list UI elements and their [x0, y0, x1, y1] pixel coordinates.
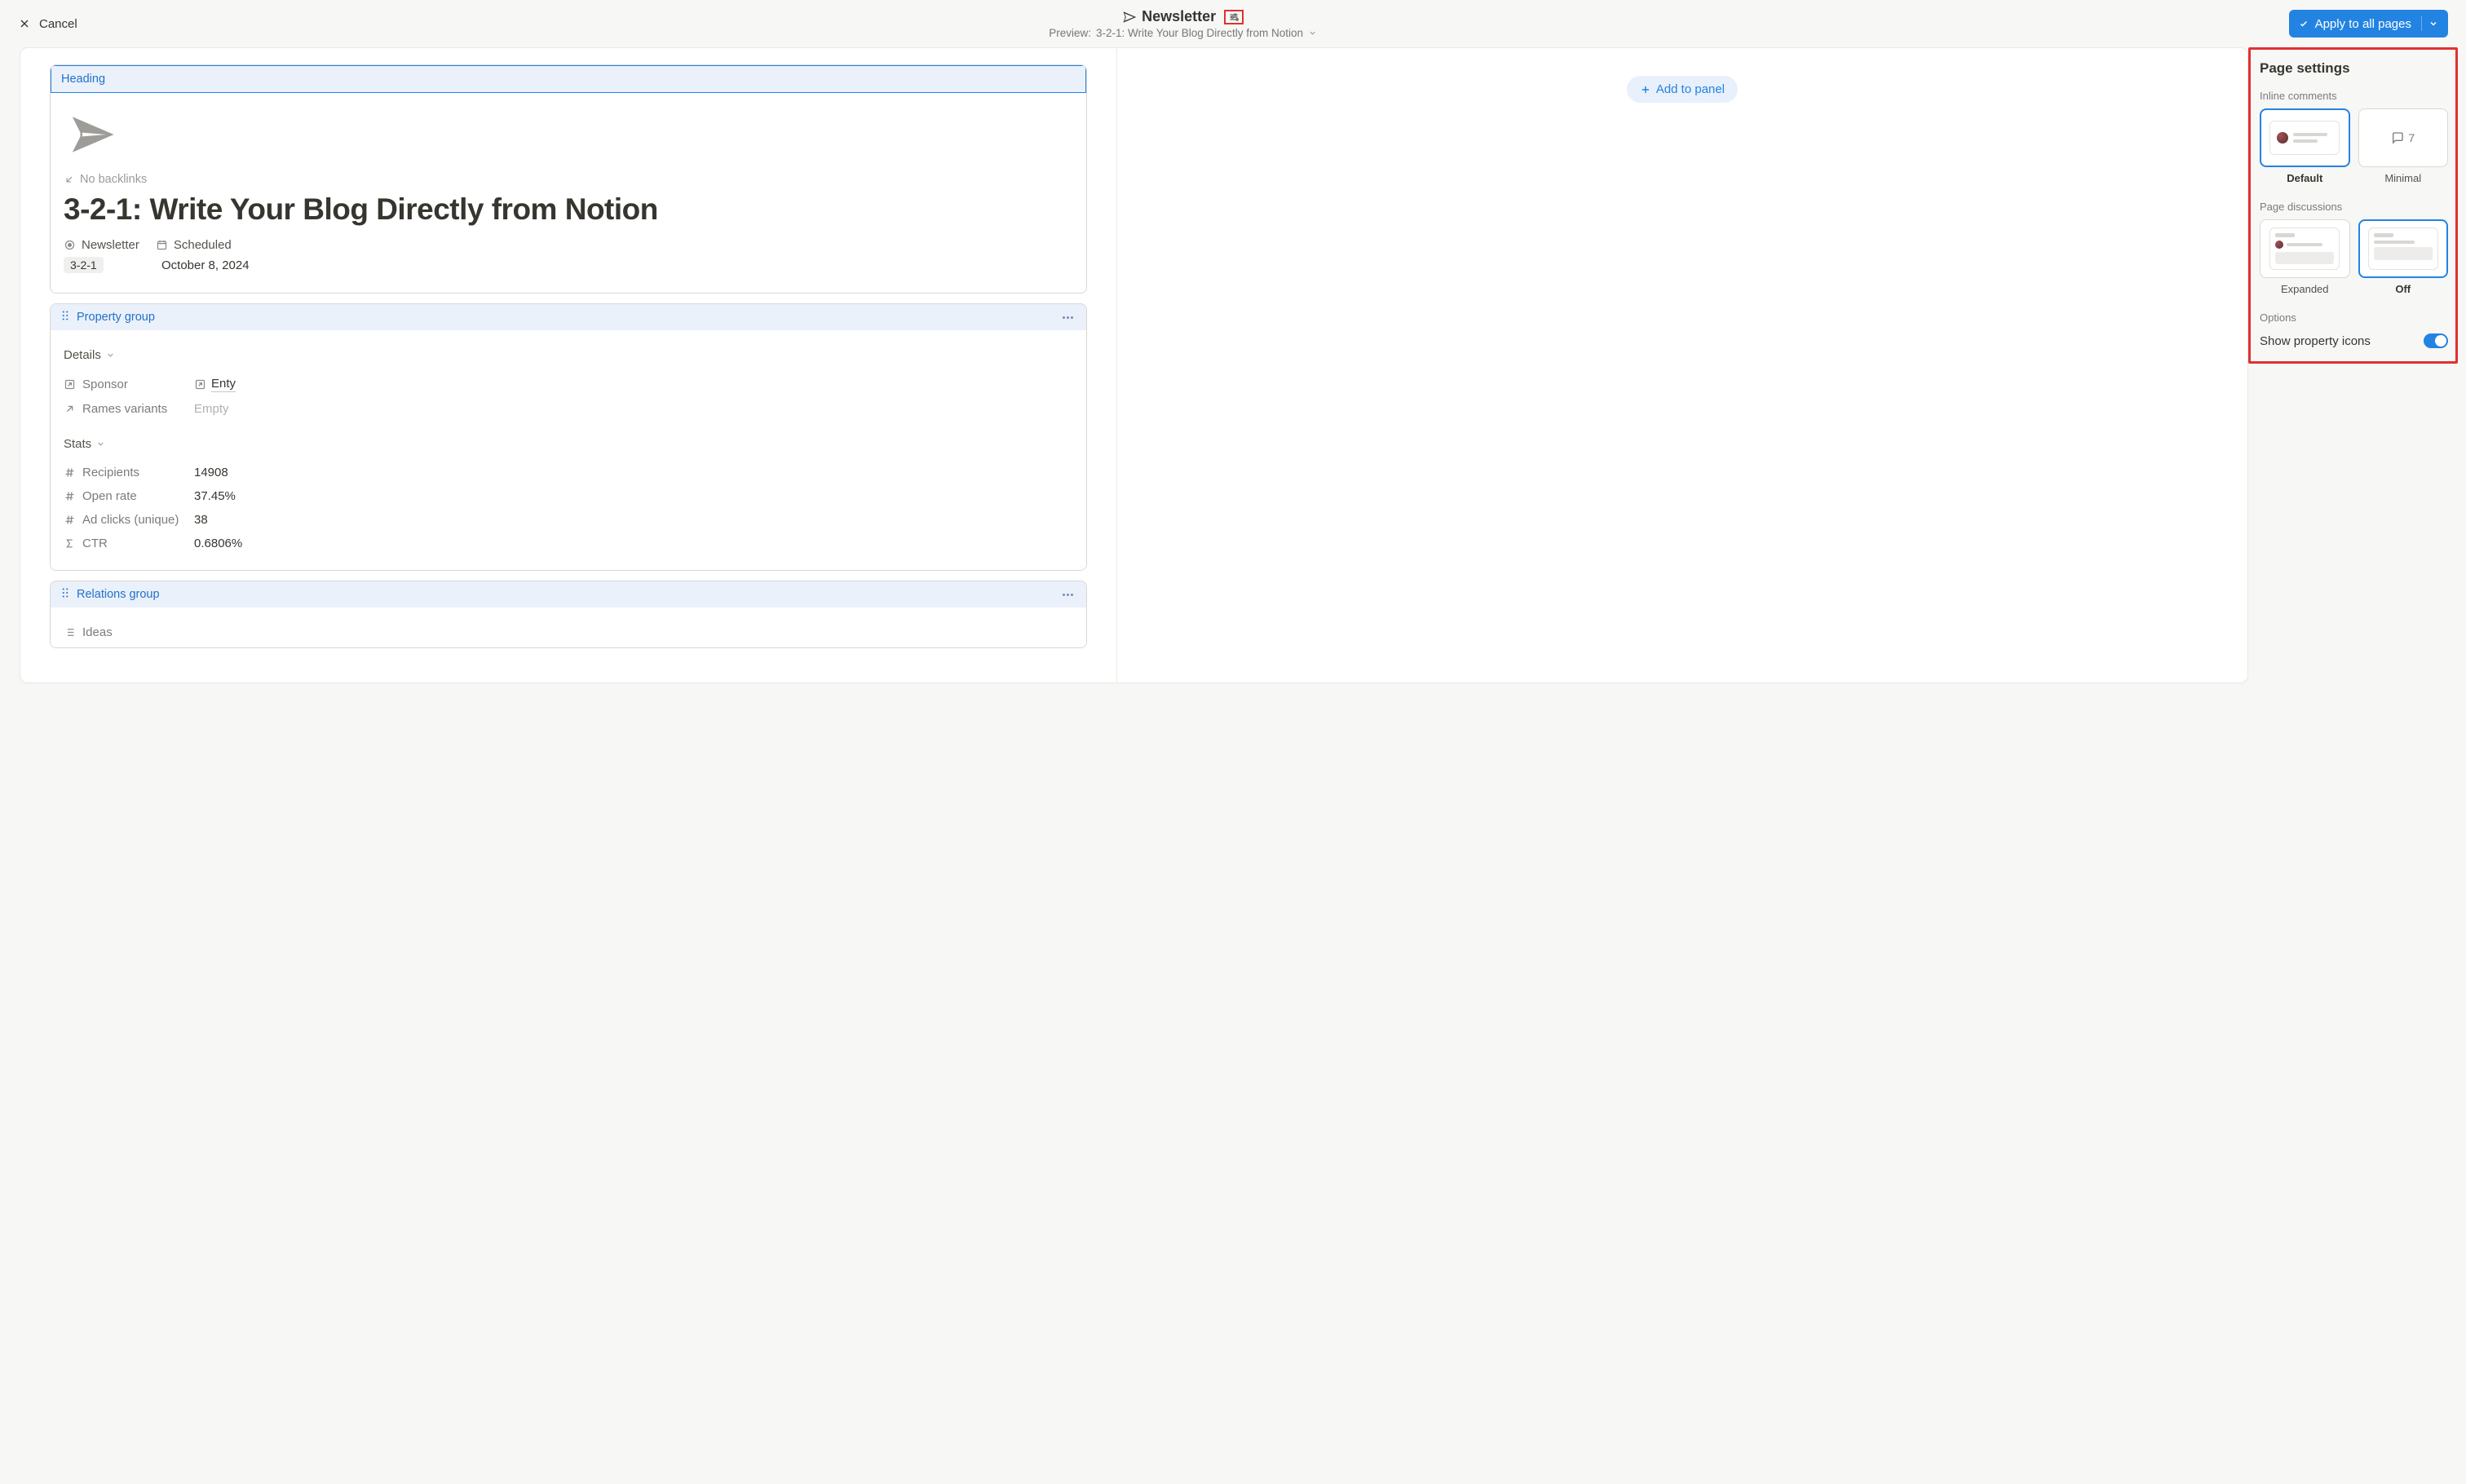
list-icon — [64, 626, 76, 638]
page-settings-panel: Page settings Inline comments Default 7 — [2248, 47, 2458, 683]
relations-ideas[interactable]: Ideas — [64, 621, 1073, 644]
header-title: Newsletter — [1142, 8, 1216, 25]
number-icon — [64, 466, 76, 479]
relations-group-header[interactable]: Relations group — [51, 581, 1086, 607]
add-to-panel-button[interactable]: Add to panel — [1627, 76, 1738, 103]
check-icon — [2299, 19, 2309, 29]
cancel-button[interactable]: Cancel — [18, 17, 77, 31]
options-label: Options — [2260, 311, 2448, 324]
comment-icon — [2391, 131, 2404, 144]
page-icon[interactable] — [68, 111, 1073, 161]
page-discussions-label: Page discussions — [2260, 201, 2448, 213]
preview-subtitle[interactable]: Preview: 3-2-1: Write Your Blog Directly… — [1049, 27, 1317, 39]
more-options-icon[interactable] — [1059, 313, 1076, 322]
chevron-down-icon — [1308, 29, 1317, 38]
drag-handle-icon[interactable] — [60, 588, 70, 601]
arrow-up-right-icon — [64, 378, 76, 391]
more-options-icon[interactable] — [1059, 590, 1076, 599]
apply-to-all-pages-button[interactable]: Apply to all pages — [2289, 10, 2448, 38]
calendar-icon — [156, 239, 168, 251]
property-rames-variants[interactable]: Rames variants Empty — [64, 397, 1073, 421]
arrow-up-right-icon — [194, 378, 206, 391]
chevron-down-icon — [96, 439, 105, 448]
sigma-icon — [64, 537, 76, 550]
backlinks-row[interactable]: No backlinks — [64, 173, 1073, 186]
layout-canvas: Heading No backlinks 3-2-1: Write Your B… — [20, 47, 2248, 683]
avatar-icon — [2277, 132, 2288, 144]
scheduled-date-value[interactable]: October 8, 2024 — [161, 258, 250, 272]
stat-ctr[interactable]: CTR 0.6806% — [64, 532, 1073, 555]
show-property-icons-toggle[interactable] — [2424, 333, 2448, 348]
tag-chip[interactable]: 3-2-1 — [64, 257, 104, 273]
page-title[interactable]: 3-2-1: Write Your Blog Directly from Not… — [64, 191, 1073, 228]
inline-comments-minimal-option[interactable]: 7 Minimal — [2358, 108, 2449, 184]
property-scheduled[interactable]: Scheduled — [156, 238, 232, 252]
cancel-label: Cancel — [39, 17, 77, 31]
number-icon — [64, 514, 76, 526]
settings-sliders-icon[interactable] — [1224, 10, 1244, 24]
heading-block-header[interactable]: Heading — [51, 65, 1086, 93]
show-property-icons-label: Show property icons — [2260, 334, 2371, 348]
paper-plane-icon — [1122, 10, 1137, 24]
inline-comments-label: Inline comments — [2260, 90, 2448, 102]
relations-group-block[interactable]: Relations group Ideas — [50, 581, 1087, 648]
heading-block[interactable]: Heading No backlinks 3-2-1: Write Your B… — [50, 64, 1087, 294]
stat-recipients[interactable]: Recipients 14908 — [64, 461, 1073, 484]
property-sponsor[interactable]: Sponsor Enty — [64, 372, 1073, 397]
page-discussions-off-option[interactable]: Off — [2358, 219, 2449, 295]
page-settings-title: Page settings — [2260, 60, 2448, 77]
property-group-block[interactable]: Property group Details Sponsor — [50, 303, 1087, 571]
drag-handle-icon[interactable] — [60, 311, 70, 324]
target-icon — [64, 239, 76, 251]
header-center: Newsletter Preview: 3-2-1: Write Your Bl… — [1049, 8, 1317, 39]
plus-icon — [1640, 84, 1651, 95]
stat-open-rate[interactable]: Open rate 37.45% — [64, 484, 1073, 508]
show-property-icons-row: Show property icons — [2260, 330, 2448, 351]
property-newsletter[interactable]: Newsletter — [64, 238, 139, 252]
arrow-up-right-icon — [64, 403, 76, 415]
chevron-down-icon — [106, 351, 115, 360]
page-discussions-expanded-option[interactable]: Expanded — [2260, 219, 2350, 295]
stat-ad-clicks[interactable]: Ad clicks (unique) 38 — [64, 508, 1073, 532]
close-icon — [18, 17, 31, 30]
number-icon — [64, 490, 76, 502]
stats-section-toggle[interactable]: Stats — [64, 437, 1073, 451]
details-section-toggle[interactable]: Details — [64, 348, 1073, 362]
arrow-down-left-icon — [64, 174, 75, 185]
inline-comments-default-option[interactable]: Default — [2260, 108, 2350, 184]
chevron-down-icon[interactable] — [2428, 19, 2438, 29]
property-group-header[interactable]: Property group — [51, 304, 1086, 330]
